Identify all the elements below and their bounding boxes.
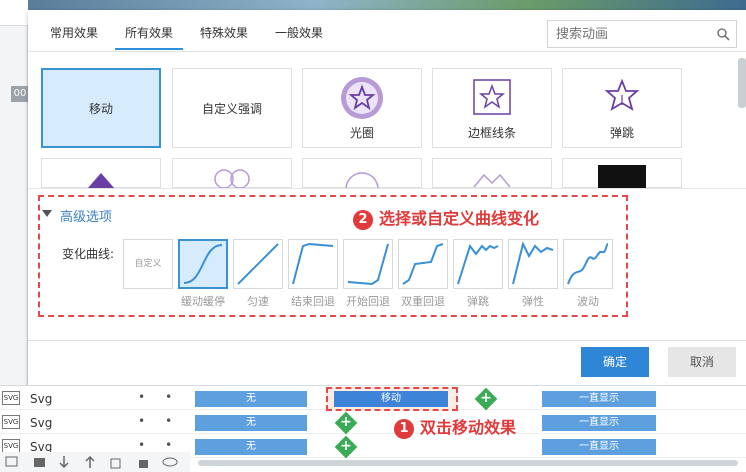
curve-custom[interactable]: 自定义 — [123, 239, 173, 289]
curve-name: 匀速 — [247, 295, 269, 308]
curve-ease-in-out[interactable] — [178, 239, 228, 289]
ease-in-out-curve-icon — [183, 244, 223, 284]
layer-visibility-dots[interactable]: •• — [138, 390, 192, 404]
tab-all-effects[interactable]: 所有效果 — [114, 24, 184, 50]
effect-label: 光圈 — [349, 126, 374, 140]
effect-item[interactable] — [172, 158, 292, 189]
curve-name: 双重回退 — [401, 295, 445, 308]
entrance-track[interactable]: 无 — [195, 439, 307, 455]
curve-name: 弹性 — [522, 295, 544, 308]
effect-label: 边框线条 — [467, 126, 516, 140]
double-back-curve-icon — [402, 243, 444, 285]
curve-label: 变化曲线: — [62, 247, 115, 261]
elastic-curve-icon — [512, 241, 554, 285]
effect-bounce[interactable]: 弹跳 — [562, 68, 682, 148]
exit-track[interactable]: 一直显示 — [542, 415, 656, 431]
timeline-toolbar — [0, 452, 190, 472]
effect-label: 移动 — [88, 102, 113, 116]
bounce-star-icon — [602, 77, 642, 120]
canvas-background — [28, 0, 746, 10]
curve-name: 弹跳 — [467, 295, 489, 308]
move-effect-track[interactable]: 移动 — [334, 391, 448, 407]
curve-name: 波动 — [577, 295, 599, 308]
curve-name: 缓动缓停 — [181, 295, 225, 308]
collapse-triangle-icon[interactable] — [42, 210, 52, 217]
tab-common-effects[interactable]: 常用效果 — [50, 24, 98, 41]
timeline-row[interactable]: SVG Svg •• 无 移动 + 一直显示 — [0, 387, 746, 411]
svg-icon: SVG — [2, 391, 20, 405]
start-back-curve-icon — [347, 243, 389, 286]
effect-tabs: 常用效果 所有效果 特殊效果 一般效果 — [28, 10, 746, 52]
curve-name: 结束回退 — [291, 295, 335, 308]
timeline-row[interactable]: SVG Svg •• 无 + 一直显示 — [0, 411, 746, 435]
exit-track[interactable]: 一直显示 — [542, 439, 656, 455]
effect-move[interactable]: 移动 — [41, 68, 161, 148]
search-icon[interactable] — [710, 21, 736, 47]
curve-bounce[interactable] — [453, 239, 503, 289]
effect-custom-emphasis[interactable]: 自定义强调 — [172, 68, 292, 148]
effects-scrollbar[interactable] — [738, 58, 746, 108]
effect-border-lines[interactable]: 边框线条 — [432, 68, 552, 148]
search-box — [547, 20, 737, 48]
curve-linear[interactable] — [233, 239, 283, 289]
add-effect-icon[interactable]: + — [474, 387, 498, 411]
layer-name: Svg — [30, 416, 53, 430]
effect-item[interactable] — [562, 158, 682, 189]
bounce-curve-icon — [457, 243, 499, 285]
effect-item[interactable] — [302, 158, 422, 190]
app-corner — [0, 0, 28, 26]
add-effect-icon[interactable]: + — [334, 435, 358, 459]
exit-track[interactable]: 一直显示 — [542, 391, 656, 407]
annotation-step2: 2 选择或自定义曲线变化 — [353, 205, 539, 230]
svg-icon: SVG — [2, 439, 20, 453]
tab-special-effects[interactable]: 特殊效果 — [200, 24, 248, 41]
layer-visibility-dots[interactable]: •• — [138, 438, 192, 452]
add-effect-icon[interactable]: + — [334, 411, 358, 435]
layer-visibility-dots[interactable]: •• — [138, 414, 192, 428]
curve-end-back[interactable] — [288, 239, 338, 289]
curve-elastic[interactable] — [508, 239, 558, 289]
tab-general-effects[interactable]: 一般效果 — [275, 24, 323, 41]
search-input[interactable] — [548, 21, 708, 47]
ok-button[interactable]: 确定 — [581, 347, 649, 377]
curve-name: 开始回退 — [346, 295, 390, 308]
effect-label: 自定义强调 — [201, 102, 262, 116]
custom-curve-label: 自定义 — [134, 259, 162, 269]
curve-start-back[interactable] — [343, 239, 393, 289]
cancel-button[interactable]: 取消 — [668, 347, 736, 377]
advanced-options-panel: 高级选项 2 选择或自定义曲线变化 变化曲线: 自定义 缓动缓停 匀速 结束回退… — [28, 188, 746, 348]
halo-star-icon — [339, 75, 385, 124]
border-star-icon — [469, 77, 515, 122]
timeline-scrollbar[interactable] — [198, 460, 738, 466]
effect-label: 弹跳 — [609, 126, 634, 140]
end-back-curve-icon — [292, 242, 334, 285]
effect-halo[interactable]: 光圈 — [302, 68, 422, 148]
curve-double-back[interactable] — [398, 239, 448, 289]
timeline-toolbar-icons[interactable] — [0, 452, 190, 472]
entrance-track[interactable]: 无 — [195, 391, 307, 407]
entrance-track[interactable]: 无 — [195, 415, 307, 431]
linear-curve-icon — [237, 243, 279, 285]
effect-item[interactable] — [432, 158, 552, 188]
particle-icon — [598, 165, 646, 189]
layer-name: Svg — [30, 392, 53, 406]
svg-icon: SVG — [2, 415, 20, 429]
effect-item[interactable] — [41, 158, 161, 189]
annotation-step1: 1 双击移动效果 — [394, 414, 516, 439]
animation-dialog: 常用效果 所有效果 特殊效果 一般效果 移动 自定义强调 光圈 边框线条 弹跳 — [28, 10, 746, 385]
frame-tag: 00 — [11, 86, 29, 102]
dialog-footer-divider — [28, 340, 746, 341]
advanced-options-title[interactable]: 高级选项 — [60, 206, 112, 225]
curve-wave[interactable] — [563, 239, 613, 289]
wave-curve-icon — [567, 243, 609, 285]
